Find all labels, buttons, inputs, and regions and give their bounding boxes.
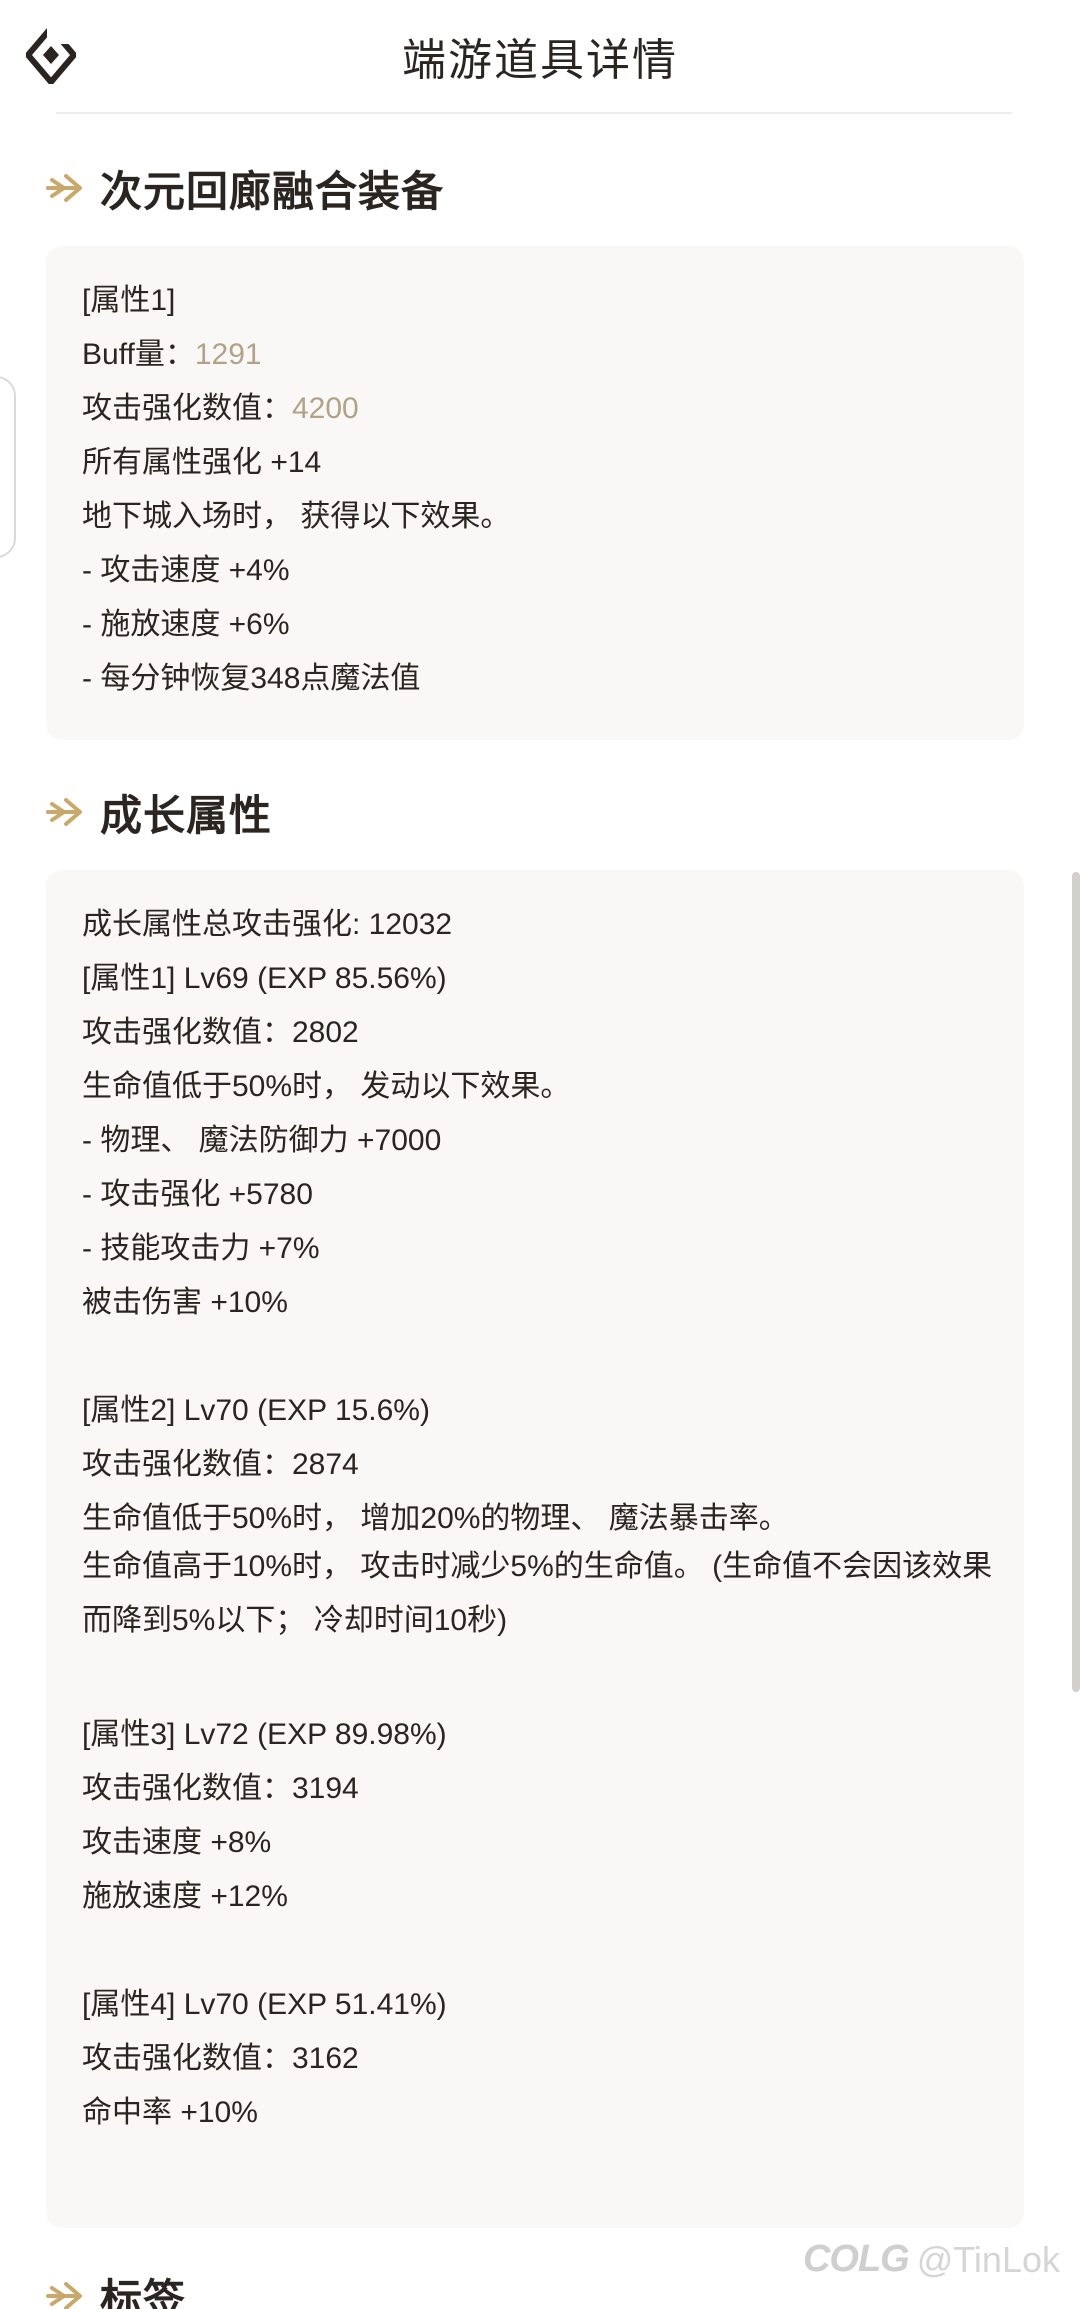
growth-line: 攻击强化数值：3162 [82, 2042, 359, 2075]
header-divider [56, 112, 1012, 114]
growth-line: 施放速度 +12% [82, 1880, 288, 1913]
side-drawer-tab[interactable] [0, 376, 16, 558]
colg-logo: COLG [802, 2238, 910, 2280]
attack-line: 攻击强化数值：4200 [82, 390, 359, 428]
growth-line: [属性4] Lv70 (EXP 51.41%) [82, 1988, 447, 2021]
attack-value: 4200 [292, 392, 359, 425]
growth-line: 生命值低于50%时， 发动以下效果。 [82, 1070, 571, 1103]
growth-line: [属性2] Lv70 (EXP 15.6%) [82, 1394, 430, 1427]
all-attr-line: 所有属性强化 +14 [82, 446, 322, 479]
growth-line: 命中率 +10% [82, 2096, 258, 2129]
growth-line: 生命值低于50%时， 增加20%的物理、 魔法暴击率。 [82, 1502, 789, 1535]
scrollbar[interactable] [1072, 872, 1080, 1692]
page: 端游道具详情 次元回廊融合装备 [属性1] Buff量：1291 攻击强化数值：… [0, 0, 1080, 2309]
fusion-equipment-card: [属性1] Buff量：1291 攻击强化数值：4200 所有属性强化 +14 … [46, 246, 1024, 740]
growth-line: 攻击强化数值：2874 [82, 1448, 359, 1481]
growth-line: - 攻击强化 +5780 [82, 1178, 313, 1211]
section-heading-tags: 标签 [46, 2266, 186, 2309]
growth-line: 攻击强化数值：3194 [82, 1772, 359, 1805]
arrow-right-icon [46, 174, 82, 202]
mp-regen-line: - 每分钟恢复348点魔法值 [82, 662, 421, 695]
section-title: 标签 [100, 2275, 187, 2309]
buff-value: 1291 [194, 338, 262, 371]
growth-line: - 物理、 魔法防御力 +7000 [82, 1124, 442, 1157]
watermark-user: @TinLok [916, 2238, 1060, 2280]
attr-label: [属性1] [82, 284, 176, 317]
arrow-right-icon [46, 2282, 82, 2309]
section-title: 成长属性 [100, 791, 273, 839]
attack-label: 攻击强化数值： [82, 392, 292, 425]
top-bar: 端游道具详情 [0, 0, 1080, 110]
growth-line: 攻击强化数值：2802 [82, 1016, 359, 1049]
section-heading-fusion: 次元回廊融合装备 [46, 158, 444, 218]
section-title: 次元回廊融合装备 [100, 167, 445, 215]
buff-line: Buff量：1291 [82, 336, 262, 374]
attack-speed-line: - 攻击速度 +4% [82, 554, 290, 587]
page-title: 端游道具详情 [402, 36, 678, 85]
growth-line: 攻击速度 +8% [82, 1826, 272, 1859]
growth-attributes-card: 成长属性总攻击强化: 12032 [属性1] Lv69 (EXP 85.56%)… [46, 870, 1024, 2228]
buff-label: Buff量： [82, 338, 195, 371]
growth-line: 生命值高于10%时， 攻击时减少5%的生命值。 (生命值不会因该效果而降到5%以… [82, 1550, 993, 1637]
growth-line: [属性1] Lv69 (EXP 85.56%) [82, 962, 447, 995]
section-heading-growth: 成长属性 [46, 782, 272, 842]
dungeon-line: 地下城入场时， 获得以下效果。 [82, 500, 511, 533]
cast-speed-line: - 施放速度 +6% [82, 608, 290, 641]
growth-line: 成长属性总攻击强化: 12032 [82, 908, 453, 941]
growth-line: [属性3] Lv72 (EXP 89.98%) [82, 1718, 447, 1751]
growth-line: 被击伤害 +10% [82, 1286, 288, 1319]
watermark: COLG @TinLok [803, 2238, 1060, 2281]
arrow-right-icon [46, 798, 82, 826]
growth-line: - 技能攻击力 +7% [82, 1232, 320, 1265]
